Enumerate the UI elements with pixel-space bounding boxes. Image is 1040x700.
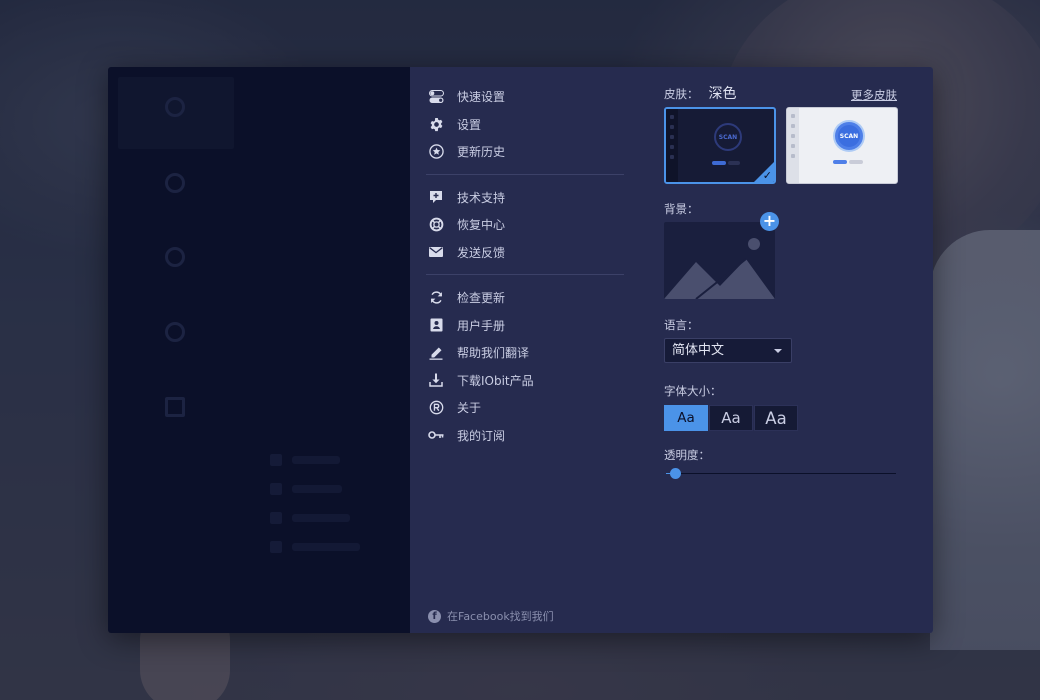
- language-select-value: 简体中文: [672, 343, 725, 358]
- menu-item-tech-support[interactable]: 技术支持: [426, 184, 624, 212]
- support-chat-icon: [428, 189, 444, 205]
- menu-group-general: 快速设置 设置 更新历史: [426, 83, 624, 166]
- opacity-label: 透明度：: [664, 448, 710, 462]
- menu-item-download-iobit[interactable]: 下载IObit产品: [426, 367, 624, 395]
- menu-item-label: 恢复中心: [457, 218, 506, 233]
- skin-preview-bar: [833, 160, 847, 164]
- facebook-link-label: 在Facebook找到我们: [447, 610, 554, 623]
- chevron-down-icon: [774, 349, 782, 353]
- skin-preview-sidebar: [666, 109, 678, 182]
- skin-preview-scan-ring: SCAN: [714, 123, 742, 151]
- skin-current-value: 深色: [708, 86, 737, 102]
- refresh-icon: [428, 290, 444, 306]
- registered-icon: [428, 400, 444, 416]
- menu-item-label: 更新历史: [457, 145, 506, 160]
- skin-option-dark[interactable]: SCAN ✓: [664, 107, 776, 184]
- app-sidebar-obscured: [108, 67, 410, 633]
- menu-item-about[interactable]: 关于: [426, 394, 624, 422]
- font-size-large-button[interactable]: Aa: [754, 405, 798, 431]
- sidebar-ghost-icon: [165, 397, 185, 417]
- menu-item-user-manual[interactable]: 用户手册: [426, 312, 624, 340]
- menu-item-check-updates[interactable]: 检查更新: [426, 284, 624, 312]
- star-circle-icon: [428, 144, 444, 160]
- menu-divider: [426, 274, 624, 275]
- ghost-text: [292, 456, 340, 464]
- lifebuoy-icon: [428, 217, 444, 233]
- menu-item-rescue-center[interactable]: 恢复中心: [426, 211, 624, 239]
- appearance-settings: 皮肤： 深色 更多皮肤 SCAN ✓ SCAN 背景： 语言： 简体中文 字体大…: [664, 83, 900, 481]
- skin-label: 皮肤：: [664, 87, 699, 101]
- ghost-text: [292, 485, 342, 493]
- menu-item-quick-settings[interactable]: 快速设置: [426, 83, 624, 111]
- menu-item-label: 关于: [457, 401, 482, 416]
- background-label: 背景：: [664, 202, 699, 216]
- manual-book-icon: [428, 317, 444, 333]
- menu-item-label: 检查更新: [457, 291, 506, 306]
- slider-handle[interactable]: [670, 468, 681, 479]
- menu-item-label: 设置: [457, 117, 482, 132]
- settings-menu-dialog: 快速设置 设置 更新历史 技术支持 恢复中心 发送反馈 检查更新 用户手册 帮助…: [108, 67, 933, 633]
- more-skins-link[interactable]: 更多皮肤: [851, 87, 897, 103]
- font-size-small-button[interactable]: Aa: [664, 405, 708, 431]
- menu-item-label: 快速设置: [457, 90, 506, 105]
- slider-track: [666, 473, 896, 474]
- ghost-text: [292, 543, 360, 551]
- font-size-options: Aa Aa Aa: [664, 405, 900, 431]
- sidebar-ghost-icon: [165, 247, 185, 267]
- pen-icon: [428, 345, 444, 361]
- gear-icon: [428, 116, 444, 132]
- menu-item-label: 我的订阅: [457, 428, 506, 443]
- checkmark-icon: ✓: [762, 169, 772, 182]
- menu-item-settings[interactable]: 设置: [426, 111, 624, 139]
- download-icon: [428, 372, 444, 388]
- language-select[interactable]: 简体中文: [664, 338, 792, 363]
- image-placeholder-icon: [664, 238, 775, 299]
- menu-group-support: 技术支持 恢复中心 发送反馈: [426, 184, 624, 267]
- sidebar-ghost-icon: [165, 173, 185, 193]
- menu-item-my-subscription[interactable]: 我的订阅: [426, 422, 624, 450]
- skin-preview-bar: [728, 161, 740, 165]
- skin-options: SCAN ✓ SCAN: [664, 107, 900, 184]
- menu-item-label: 下载IObit产品: [457, 373, 534, 388]
- menu-item-help-translate[interactable]: 帮助我们翻译: [426, 339, 624, 367]
- facebook-link[interactable]: f 在Facebook找到我们: [428, 608, 554, 624]
- skin-preview-scan-ring: SCAN: [835, 122, 863, 150]
- menu-divider: [426, 173, 624, 175]
- skin-preview-sidebar: [787, 108, 799, 183]
- background-image-placeholder[interactable]: [664, 222, 775, 299]
- menu-item-label: 技术支持: [457, 190, 506, 205]
- sidebar-ghost-icon: [165, 322, 185, 342]
- font-size-medium-button[interactable]: Aa: [709, 405, 753, 431]
- ghost-checkbox: [270, 454, 282, 466]
- menu-group-about: 检查更新 用户手册 帮助我们翻译 下载IObit产品 关于 我的订阅: [426, 284, 624, 449]
- menu-panel: 快速设置 设置 更新历史 技术支持 恢复中心 发送反馈 检查更新 用户手册 帮助…: [410, 67, 933, 633]
- sidebar-ghost-icon: [165, 97, 185, 117]
- toggle-icon: [428, 89, 444, 105]
- skin-preview-bar: [712, 161, 726, 165]
- add-background-button[interactable]: +: [760, 212, 779, 231]
- ghost-text: [292, 514, 350, 522]
- menu-item-label: 帮助我们翻译: [457, 346, 530, 361]
- font-size-label: 字体大小：: [664, 384, 722, 398]
- ghost-checkbox: [270, 541, 282, 553]
- ghost-checkbox: [270, 512, 282, 524]
- key-icon: [428, 427, 444, 443]
- skin-preview-bar: [849, 160, 863, 164]
- menu-item-label: 用户手册: [457, 318, 506, 333]
- opacity-slider[interactable]: [664, 467, 896, 481]
- facebook-icon: f: [428, 609, 441, 623]
- menu-item-label: 发送反馈: [457, 245, 506, 260]
- menu-item-send-feedback[interactable]: 发送反馈: [426, 239, 624, 267]
- envelope-icon: [428, 244, 444, 260]
- skin-row: 皮肤： 深色 更多皮肤: [664, 83, 900, 105]
- menu-item-update-history[interactable]: 更新历史: [426, 138, 624, 166]
- ghost-checkbox: [270, 483, 282, 495]
- menu-list: 快速设置 设置 更新历史 技术支持 恢复中心 发送反馈 检查更新 用户手册 帮助…: [426, 83, 624, 449]
- language-label: 语言：: [664, 318, 699, 332]
- skin-option-light[interactable]: SCAN: [786, 107, 898, 184]
